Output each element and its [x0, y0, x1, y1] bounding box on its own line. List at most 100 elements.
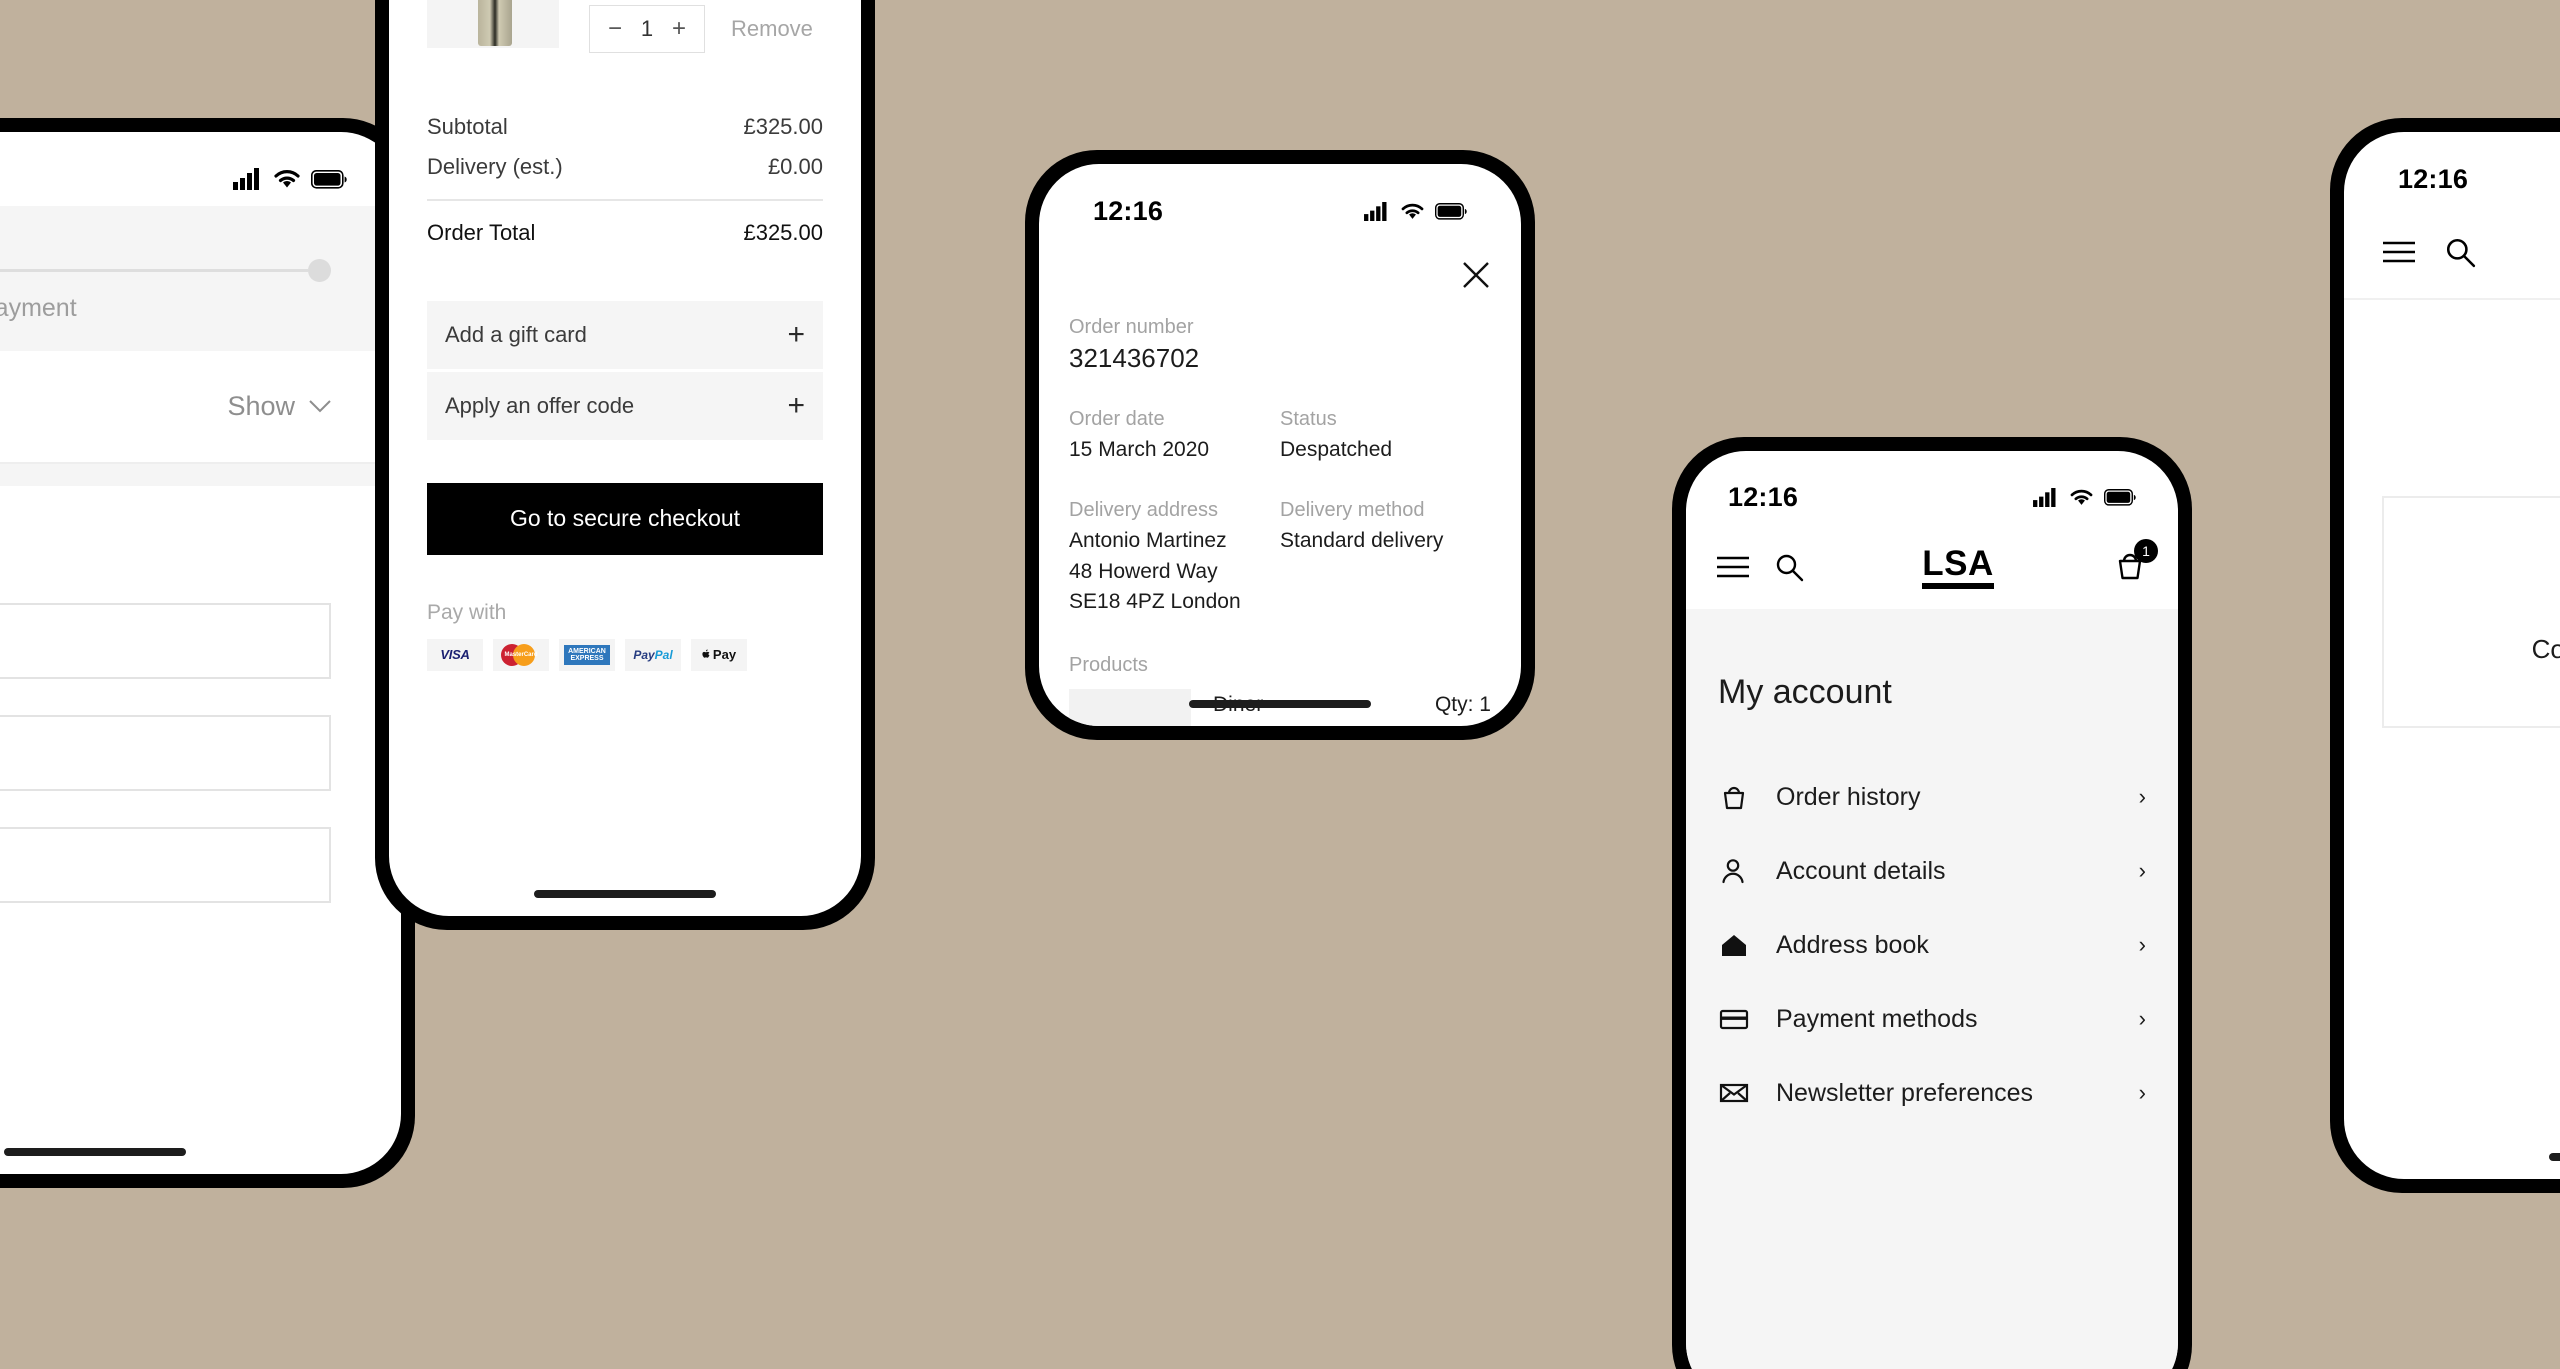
- subtotal-label: Subtotal: [427, 114, 508, 140]
- screen-order-detail: 12:16 Order number 321436702 Order date …: [1039, 164, 1521, 726]
- chevron-right-icon: ›: [2138, 858, 2146, 883]
- totals-row-order-total: Order Total £325.00: [427, 213, 823, 253]
- welcome-heading: Welcome: [2344, 300, 2560, 434]
- delivery-value: £0.00: [767, 154, 823, 180]
- add-gift-card-row[interactable]: Add a gift card +: [427, 300, 823, 369]
- order-date-value: 15 March 2020: [1069, 438, 1210, 461]
- progress-label-payment: Payment: [0, 294, 77, 322]
- page-title: My account: [1718, 673, 1892, 711]
- progress-dot-payment[interactable]: [308, 258, 331, 282]
- remove-item-button[interactable]: Remove: [731, 16, 813, 42]
- summary-show-toggle[interactable]: Show: [227, 391, 331, 422]
- secure-checkout-button[interactable]: Go to secure checkout: [427, 482, 823, 555]
- apple-logo-icon: [702, 649, 710, 659]
- quantity-increase-button[interactable]: +: [660, 6, 698, 52]
- product-name-line-2: Cereal/Dessert: [1213, 720, 1353, 726]
- progress-labels: Delivery Payment: [0, 294, 401, 323]
- order-summary-row[interactable]: 0.00 Show: [0, 351, 401, 464]
- order-number-block: Order number 321436702: [1069, 316, 1491, 374]
- chevron-right-icon: ›: [2138, 932, 2146, 957]
- close-button[interactable]: [1069, 238, 1491, 290]
- battery-icon: [311, 169, 347, 189]
- account-menu-panel: My account Order history › Account detai…: [1686, 609, 2178, 1369]
- section-divider: [0, 464, 401, 486]
- wifi-icon: [2070, 489, 2093, 505]
- apply-offer-code-label: Apply an offer code: [445, 392, 635, 418]
- delivery-address-label: Delivery address: [1069, 499, 1218, 522]
- continue-shopping-card[interactable]: Continue shopping: [2382, 496, 2560, 728]
- status-icons: [2033, 487, 2136, 507]
- progress-line-remaining: [0, 268, 308, 272]
- cart-badge-count: 1: [2134, 538, 2158, 563]
- hamburger-menu-icon[interactable]: [1716, 556, 1750, 578]
- account-item-label: Payment methods: [1776, 1004, 1978, 1033]
- order-date-label: Order date: [1069, 408, 1165, 430]
- pay-with-label: Pay with: [427, 600, 507, 624]
- continue-shopping-label: Continue shopping: [2531, 633, 2560, 664]
- order-status-block: Status Despatched: [1280, 408, 1491, 465]
- status-time: 12:16: [1093, 195, 1164, 226]
- status-bar: 12:16: [2344, 132, 2560, 206]
- order-meta-row-1: Order date 15 March 2020 Status Despatch…: [1069, 408, 1491, 465]
- privacy-note: our Privacy policy: [0, 1037, 401, 1066]
- search-icon[interactable]: [1774, 552, 1804, 582]
- home-indicator: [1189, 700, 1371, 708]
- account-item-account-details[interactable]: Account details ›: [1718, 834, 2146, 908]
- delivery-address-line-2: 48 Howerd Way: [1069, 559, 1218, 583]
- cart-item-image: [427, 0, 559, 48]
- cellular-icon: [1364, 201, 1387, 221]
- account-item-newsletter-preferences[interactable]: Newsletter preferences ›: [1718, 1056, 2146, 1130]
- quantity-value: 1: [640, 16, 654, 42]
- phone-checkout: 12:16: [0, 118, 415, 1188]
- battery-icon: [1435, 202, 1467, 220]
- app-header: LSA 1: [1686, 525, 2178, 609]
- account-item-address-book[interactable]: Address book ›: [1718, 908, 2146, 982]
- checkout-field-1[interactable]: [0, 603, 331, 679]
- order-date-block: Order date 15 March 2020: [1069, 408, 1280, 465]
- status-time: 12:16: [2398, 163, 2469, 194]
- delivery-method-block: Delivery method Standard delivery: [1280, 499, 1491, 617]
- screen-welcome: 12:16 LSA Welcome Continue shopping: [2344, 132, 2560, 1179]
- chevron-right-icon: ›: [2138, 784, 2146, 809]
- apple-pay-icon: Pay: [691, 638, 747, 671]
- checkout-field-2[interactable]: [0, 715, 331, 791]
- account-item-payment-methods[interactable]: Payment methods ›: [1718, 982, 2146, 1056]
- account-item-order-history[interactable]: Order history ›: [1718, 760, 2146, 834]
- hamburger-menu-icon[interactable]: [2382, 241, 2416, 263]
- product-price: £35.00: [1427, 720, 1491, 726]
- chevron-right-icon: ›: [2138, 1006, 2146, 1031]
- totals-divider: [427, 199, 823, 201]
- apply-offer-code-row[interactable]: Apply an offer code +: [427, 371, 823, 440]
- lsa-logo[interactable]: LSA: [1922, 546, 1994, 589]
- order-meta-row-2: Delivery address Antonio Martinez 48 How…: [1069, 499, 1491, 617]
- paypal-icon: PayPal: [625, 638, 681, 671]
- envelope-icon: [1718, 1081, 1750, 1105]
- plus-icon: +: [787, 317, 805, 351]
- bag-icon: [1718, 784, 1750, 810]
- order-total-label: Order Total: [427, 219, 536, 245]
- product-qty: Qty: 1: [1434, 692, 1491, 716]
- american-express-icon: AMERICAN EXPRESS: [559, 638, 615, 671]
- search-icon[interactable]: [2444, 236, 2476, 268]
- delivery-method-label: Delivery method: [1280, 499, 1425, 522]
- status-bar: 12:16: [1686, 451, 2178, 525]
- cart-content: Terrazza Planter H75cm £300.00 − 1 + Rem…: [389, 0, 861, 671]
- delivery-address-line-1: Antonio Martinez: [1069, 529, 1227, 553]
- plus-icon: +: [787, 388, 805, 422]
- cart-item-controls: − 1 + Remove: [589, 5, 823, 54]
- cart-button[interactable]: 1: [2112, 538, 2158, 586]
- quantity-decrease-button[interactable]: −: [596, 6, 634, 52]
- checkout-field-3[interactable]: [0, 827, 331, 903]
- home-indicator: [4, 1148, 186, 1156]
- checkout-progress: Delivery Payment: [0, 206, 401, 351]
- totals-row-delivery: Delivery (est.) £0.00: [427, 147, 823, 187]
- progress-track: [0, 258, 331, 282]
- status-time: 12:16: [1728, 481, 1799, 512]
- planter-illustration: [456, 0, 530, 48]
- account-item-label: Address book: [1776, 930, 1929, 959]
- product-image-bowl: [1069, 688, 1191, 726]
- quantity-stepper: − 1 +: [589, 5, 705, 54]
- order-number-value: 321436702: [1069, 343, 1200, 373]
- header-left-actions: [1716, 552, 1804, 582]
- phone-order-detail: 12:16 Order number 321436702 Order date …: [1025, 150, 1535, 740]
